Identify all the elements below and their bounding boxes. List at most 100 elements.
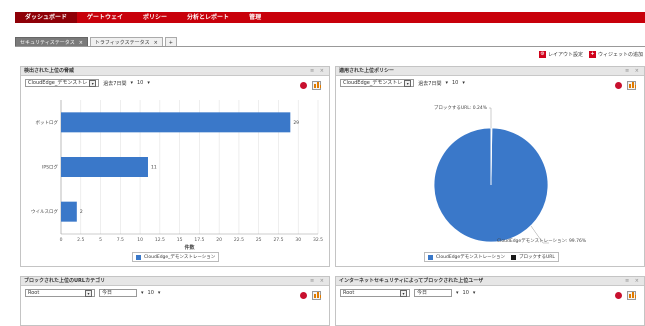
chevron-down-icon[interactable]: ▾: [473, 290, 476, 296]
device-select[interactable]: Root ▾: [340, 289, 410, 297]
device-value: Root: [28, 290, 40, 296]
legend-swatch: [428, 254, 433, 260]
chevron-down-icon[interactable]: ▾: [130, 80, 133, 86]
bar-chart-icon[interactable]: [312, 81, 321, 90]
bar-chart-icon[interactable]: [627, 81, 636, 90]
widget-controls[interactable]: ≡ ×: [625, 277, 644, 285]
legend-label: ブロックするURL: [519, 255, 555, 260]
bar: [61, 157, 148, 177]
x-tick-label: 22.5: [234, 237, 244, 243]
period-select[interactable]: 今日: [414, 289, 452, 297]
policies-pie-chart: ブロックするURL: 0.24% CloudEdgeデモンストレーション: 99.…: [433, 104, 587, 244]
widget-filters: CloudEdge_デモンストレ ▾ 過去7日間 ▾ 10 ▾: [25, 79, 150, 87]
tab-divider: [15, 46, 645, 47]
bar: [61, 201, 77, 222]
chart-legend: CloudEdgeデモンストレーション ブロックするURL: [424, 252, 559, 262]
device-select[interactable]: CloudEdge_デモンストレ ▾: [340, 79, 415, 87]
chevron-down-icon: ▾: [404, 79, 412, 87]
pie-chart-icon[interactable]: [615, 82, 622, 89]
nav-analysis-reports[interactable]: 分析とレポート: [177, 12, 239, 23]
chevron-down-icon: ▾: [85, 289, 92, 297]
data-label: 11: [151, 165, 157, 171]
widget-header: インターネットセキュリティによってブロックされた上位ユーザ ≡ ×: [336, 277, 644, 286]
threats-bar-chart: 0 2.5 5 7.5 10 12.5 15 17.5 20 22.5 25 27.5 30 32.5 ボッ…: [31, 100, 323, 251]
count-select[interactable]: 10: [452, 80, 458, 86]
device-value: Root: [343, 290, 355, 296]
legend-swatch: [511, 254, 516, 260]
nav-gateway[interactable]: ゲートウェイ: [77, 12, 133, 23]
bar: [61, 112, 291, 133]
chevron-down-icon: ▾: [400, 289, 407, 297]
layout-settings-label: レイアウト設定: [547, 52, 583, 58]
legend-label: CloudEdge_デモンストレーション: [144, 255, 216, 260]
x-tick-label: 5: [99, 237, 102, 243]
x-tick-label: 27.5: [273, 237, 283, 243]
pie-chart-icon[interactable]: [615, 292, 622, 299]
x-tick-label: 10: [137, 237, 143, 243]
period-select[interactable]: 今日: [99, 289, 137, 297]
category-label: IPSログ: [42, 164, 58, 171]
widget-blocked-users: インターネットセキュリティによってブロックされた上位ユーザ ≡ × Root ▾…: [335, 276, 645, 326]
device-select[interactable]: CloudEdge_デモンストレ ▾: [25, 79, 100, 87]
data-label: 29: [293, 120, 299, 126]
pie-chart-icon[interactable]: [300, 292, 307, 299]
chart-legend: CloudEdge_デモンストレーション: [132, 252, 220, 262]
period-select[interactable]: 過去7日間: [103, 80, 126, 87]
widget-controls[interactable]: ≡ ×: [310, 277, 329, 285]
bar-chart-icon[interactable]: [627, 291, 636, 300]
plus-icon: +: [588, 51, 596, 58]
device-select[interactable]: Root ▾: [25, 289, 95, 297]
widget-blocked-url-categories: ブロックされた上位のURLカテゴリ ≡ × Root ▾ 今日 ▾ 10 ▾: [20, 276, 330, 326]
add-widget-link[interactable]: + ウィジェットの追加: [588, 51, 643, 58]
chevron-down-icon[interactable]: ▾: [445, 80, 448, 86]
slice-label: CloudEdgeデモンストレーション: 99.76%: [497, 237, 587, 244]
nav-policy[interactable]: ポリシー: [133, 12, 177, 23]
widget-controls[interactable]: ≡ ×: [625, 67, 644, 75]
x-tick-label: 2.5: [77, 237, 84, 243]
device-value: CloudEdge_デモンストレ: [343, 80, 403, 86]
count-select[interactable]: 10: [463, 290, 469, 296]
slice-label: ブロックするURL: 0.24%: [434, 104, 488, 111]
x-tick-label: 25: [256, 237, 262, 243]
chevron-down-icon[interactable]: ▾: [456, 290, 459, 296]
x-tick-label: 30: [295, 237, 301, 243]
count-select[interactable]: 10: [148, 290, 154, 296]
widget-controls[interactable]: ≡ ×: [310, 67, 329, 75]
x-tick-label: 17.5: [194, 237, 204, 243]
x-axis-title: 件数: [184, 244, 195, 251]
widget-top-policies: 適用された上位ポリシー ≡ × CloudEdge_デモンストレ ▾ 過去7日間…: [335, 66, 645, 267]
period-value: 今日: [102, 290, 113, 296]
x-tick-label: 7.5: [117, 237, 124, 243]
widget-filters: Root ▾ 今日 ▾ 10 ▾: [340, 289, 475, 297]
widget-header: 検出された上位の脅威 ≡ ×: [21, 67, 329, 76]
chevron-down-icon[interactable]: ▾: [147, 80, 150, 86]
add-widget-label: ウィジェットの追加: [597, 52, 643, 58]
chevron-down-icon[interactable]: ▾: [141, 290, 144, 296]
pie-chart-icon[interactable]: [300, 82, 307, 89]
x-tick-label: 12.5: [155, 237, 165, 243]
count-select[interactable]: 10: [137, 80, 143, 86]
dashboard-actions: ⚙ レイアウト設定 + ウィジェットの追加: [538, 51, 643, 58]
widget-title: 適用された上位ポリシー: [339, 68, 395, 74]
layout-settings-link[interactable]: ⚙ レイアウト設定: [538, 51, 583, 58]
device-value: CloudEdge_デモンストレ: [28, 80, 88, 86]
main-nav: ダッシュボード ゲートウェイ ポリシー 分析とレポート 管理: [15, 12, 645, 23]
bar-chart-icon[interactable]: [312, 291, 321, 300]
nav-admin[interactable]: 管理: [239, 12, 271, 23]
category-label: ボットログ: [36, 119, 59, 126]
legend-swatch: [136, 254, 141, 260]
widget-title: ブロックされた上位のURLカテゴリ: [24, 278, 106, 284]
x-tick-label: 32.5: [313, 237, 323, 243]
period-select[interactable]: 過去7日間: [418, 80, 441, 87]
chevron-down-icon[interactable]: ▾: [158, 290, 161, 296]
legend-label: CloudEdgeデモンストレーション: [436, 255, 505, 260]
x-tick-label: 15: [177, 237, 183, 243]
chevron-down-icon[interactable]: ▾: [462, 80, 465, 86]
widget-header: 適用された上位ポリシー ≡ ×: [336, 67, 644, 76]
widget-title: インターネットセキュリティによってブロックされた上位ユーザ: [339, 278, 484, 284]
category-label: ウイルスログ: [31, 208, 58, 215]
x-tick-label: 20: [216, 237, 222, 243]
nav-dashboard[interactable]: ダッシュボード: [15, 12, 78, 23]
widget-header: ブロックされた上位のURLカテゴリ ≡ ×: [21, 277, 329, 286]
widget-top-threats: 検出された上位の脅威 ≡ × CloudEdge_デモンストレ ▾ 過去7日間 …: [20, 66, 330, 267]
